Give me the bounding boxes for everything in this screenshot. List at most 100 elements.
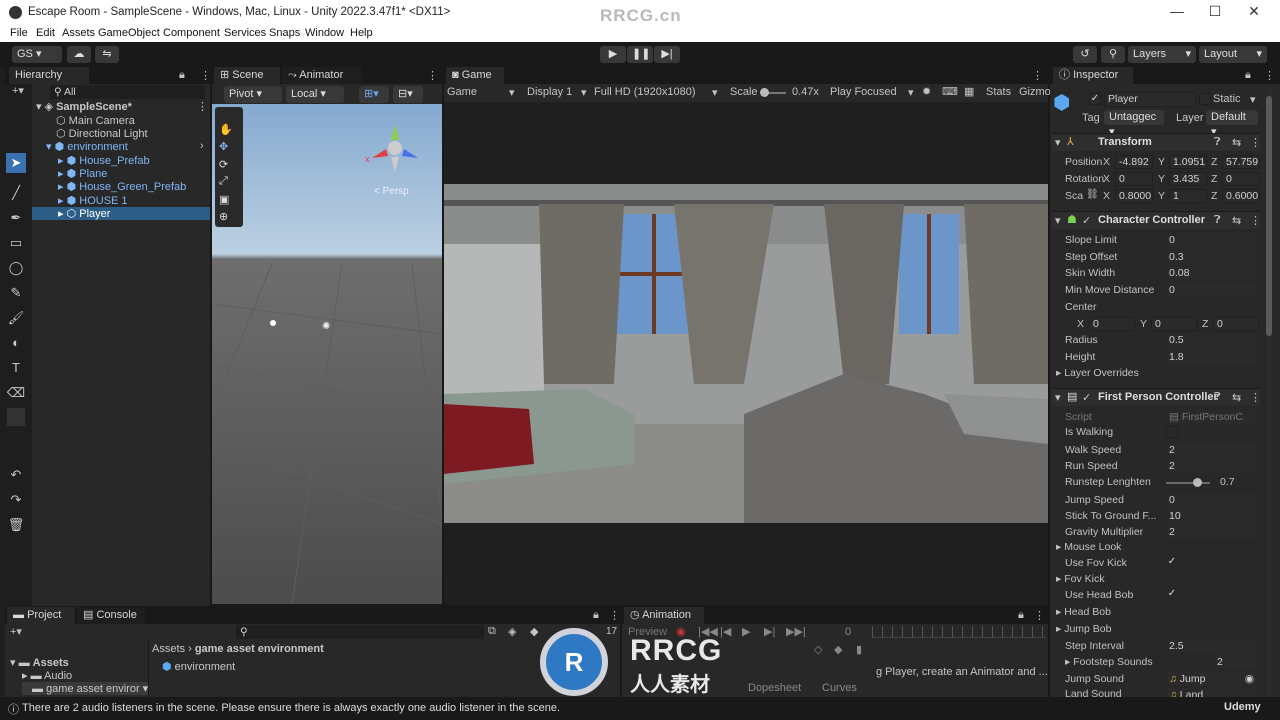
tab-animation[interactable]: ◷ Animation: [624, 607, 704, 624]
chevron-down-icon[interactable]: ▾: [1250, 93, 1256, 106]
hierarchy-item-house-1[interactable]: ▸ ⬢ HOUSE 1: [58, 194, 128, 207]
scale-slider-thumb[interactable]: [760, 88, 769, 97]
position-x-input[interactable]: -4.892: [1115, 155, 1153, 169]
select-arrow-icon[interactable]: ➤: [6, 153, 26, 173]
redo-icon[interactable]: ↷: [6, 490, 26, 510]
add-event-icon[interactable]: ◆: [834, 643, 842, 656]
breadcrumb-leaf[interactable]: game asset environment: [195, 643, 324, 655]
min-move-input[interactable]: 0: [1166, 283, 1258, 297]
position-z-input[interactable]: 57.759: [1222, 155, 1260, 169]
line-tool-icon[interactable]: ╱: [6, 183, 26, 203]
step-button[interactable]: ▶|: [654, 46, 680, 63]
is-walking-checkbox[interactable]: [1166, 426, 1178, 438]
hierarchy-item-player[interactable]: ▸ ⬡ Player: [58, 207, 110, 220]
project-search-input[interactable]: ⚲: [236, 625, 484, 639]
object-picker-icon[interactable]: ◉: [1245, 672, 1254, 686]
lock-icon[interactable]: 🔒︎: [1245, 69, 1251, 82]
chevron-right-icon[interactable]: ›: [200, 140, 204, 152]
camera-gizmo-icon[interactable]: [270, 320, 276, 326]
filter-type-icon[interactable]: ⧉: [488, 625, 496, 638]
resolution-dropdown[interactable]: Full HD (1920x1080) ▾: [594, 86, 718, 99]
jump-speed-input[interactable]: 0: [1166, 493, 1258, 507]
kebab-menu-icon[interactable]: ⋮: [197, 100, 208, 113]
step-offset-input[interactable]: 0.3: [1166, 250, 1258, 264]
kebab-menu-icon[interactable]: ⋮: [1250, 136, 1261, 149]
add-icon[interactable]: +▾: [12, 84, 24, 97]
search-icon[interactable]: ⚲: [1101, 46, 1125, 63]
pencil-icon[interactable]: ✎: [6, 283, 26, 303]
curves-tab[interactable]: Curves: [822, 682, 857, 694]
play-button[interactable]: ▶: [600, 46, 626, 63]
jump-bob-foldout[interactable]: ▸ Jump Bob: [1056, 623, 1111, 635]
menu-window[interactable]: Window: [305, 27, 344, 39]
help-icon[interactable]: ❓︎: [1214, 136, 1221, 149]
display-dropdown[interactable]: Display 1 ▾: [527, 86, 587, 99]
shortcuts-icon[interactable]: ⌨: [942, 85, 958, 98]
play-focused-dropdown[interactable]: Play Focused ▾: [830, 86, 914, 99]
head-bob-foldout[interactable]: ▸ Head Bob: [1056, 606, 1111, 618]
minimize-button[interactable]: —: [1162, 3, 1192, 19]
transform-header[interactable]: ▾ ⅄ Transform ❓︎ ⇆ ⋮: [1052, 133, 1261, 151]
eraser-icon[interactable]: ⌫: [6, 383, 26, 403]
move-tool-icon[interactable]: ✥: [219, 140, 228, 153]
lock-icon[interactable]: 🔒︎: [593, 609, 599, 622]
layout-dropdown[interactable]: Layout ▾: [1199, 46, 1267, 63]
object-name-input[interactable]: Player: [1104, 92, 1196, 107]
filter-label-icon[interactable]: ◈: [508, 625, 516, 638]
fps-controller-header[interactable]: ▾ ▤ ✓ First Person Controller ❓︎ ⇆ ⋮: [1052, 388, 1261, 406]
skin-width-input[interactable]: 0.08: [1166, 266, 1258, 280]
hierarchy-item-house-prefab[interactable]: ▸ ⬢ House_Prefab: [58, 154, 150, 167]
folder-assets[interactable]: ▾ ▬ Assets: [10, 656, 69, 669]
center-z-input[interactable]: 0: [1213, 317, 1259, 331]
text-tool-icon[interactable]: T: [6, 358, 26, 378]
link-icon[interactable]: ⛓: [1086, 189, 1099, 200]
inspector-scrollbar-thumb[interactable]: [1266, 96, 1272, 336]
rect-tool-icon[interactable]: ▣: [219, 193, 229, 206]
color-swatch[interactable]: [7, 408, 25, 426]
use-head-bob-checkbox[interactable]: ✓: [1166, 589, 1178, 601]
enabled-checkbox[interactable]: ✓: [1082, 391, 1091, 404]
scale-tool-icon[interactable]: ⤢: [219, 175, 228, 188]
scene-root[interactable]: ▾ ◈ SampleScene*: [36, 100, 132, 113]
mouse-look-foldout[interactable]: ▸ Mouse Look: [1056, 541, 1121, 553]
status-bar[interactable]: ⓘ There are 2 audio listeners in the sce…: [0, 697, 1280, 720]
rotation-z-input[interactable]: 0: [1222, 172, 1260, 186]
hierarchy-item-plane[interactable]: ▸ ⬢ Plane: [58, 167, 107, 180]
tag-dropdown[interactable]: Untaggec ▾: [1104, 110, 1164, 138]
layer-overrides-foldout[interactable]: ▸ Layer Overrides: [1056, 367, 1139, 379]
light-gizmo-icon[interactable]: ✺: [322, 321, 330, 332]
footstep-sounds-foldout[interactable]: ▸ Footstep Sounds: [1065, 656, 1153, 668]
undo-icon[interactable]: ↶: [6, 465, 26, 485]
position-y-input[interactable]: 1.0951: [1169, 155, 1207, 169]
audio-mute-icon[interactable]: ✹: [922, 85, 931, 98]
runstep-slider-thumb[interactable]: [1192, 478, 1202, 487]
layer-dropdown[interactable]: Default ▾: [1206, 110, 1258, 138]
character-controller-header[interactable]: ▾ ☗ ✓ Character Controller ❓︎ ⇆ ⋮: [1052, 211, 1261, 229]
use-fov-kick-checkbox[interactable]: ✓: [1166, 557, 1178, 569]
hierarchy-item-house-green-prefab[interactable]: ▸ ⬢ House_Green_Prefab: [58, 180, 186, 193]
event-marker-icon[interactable]: ▮: [856, 643, 862, 656]
add-keyframe-icon[interactable]: ◇: [814, 643, 822, 656]
step-interval-input[interactable]: 2.5: [1166, 639, 1258, 653]
center-y-input[interactable]: 0: [1151, 317, 1197, 331]
help-icon[interactable]: ❓︎: [1214, 391, 1221, 404]
orientation-gizmo[interactable]: x z: [362, 116, 428, 182]
play-icon[interactable]: ▶: [742, 625, 750, 638]
breadcrumb-root[interactable]: Assets: [152, 643, 185, 655]
menu-services[interactable]: Services: [224, 27, 266, 39]
menu-gameobject[interactable]: GameObject: [98, 27, 160, 39]
preset-icon[interactable]: ⇆: [1232, 136, 1241, 149]
folder-game-asset[interactable]: ▬ game asset enviror ▾: [32, 682, 148, 695]
dopesheet-tab[interactable]: Dopesheet: [748, 682, 801, 694]
game-mode-dropdown[interactable]: Game ▾: [447, 86, 515, 99]
walk-speed-input[interactable]: 2: [1166, 443, 1258, 457]
lock-icon[interactable]: 🔒︎: [179, 69, 185, 82]
history-icon[interactable]: ↺: [1073, 46, 1097, 63]
favorite-icon[interactable]: ◆: [530, 625, 538, 638]
menu-file[interactable]: File: [10, 27, 28, 39]
scale-x-input[interactable]: 0.8000: [1115, 189, 1153, 203]
rectangle-tool-icon[interactable]: ▭: [6, 233, 26, 253]
brush-icon[interactable]: 🖌: [6, 308, 26, 328]
pivot-dropdown[interactable]: Pivot ▾: [224, 86, 282, 103]
trash-icon[interactable]: 🗑: [6, 515, 26, 535]
